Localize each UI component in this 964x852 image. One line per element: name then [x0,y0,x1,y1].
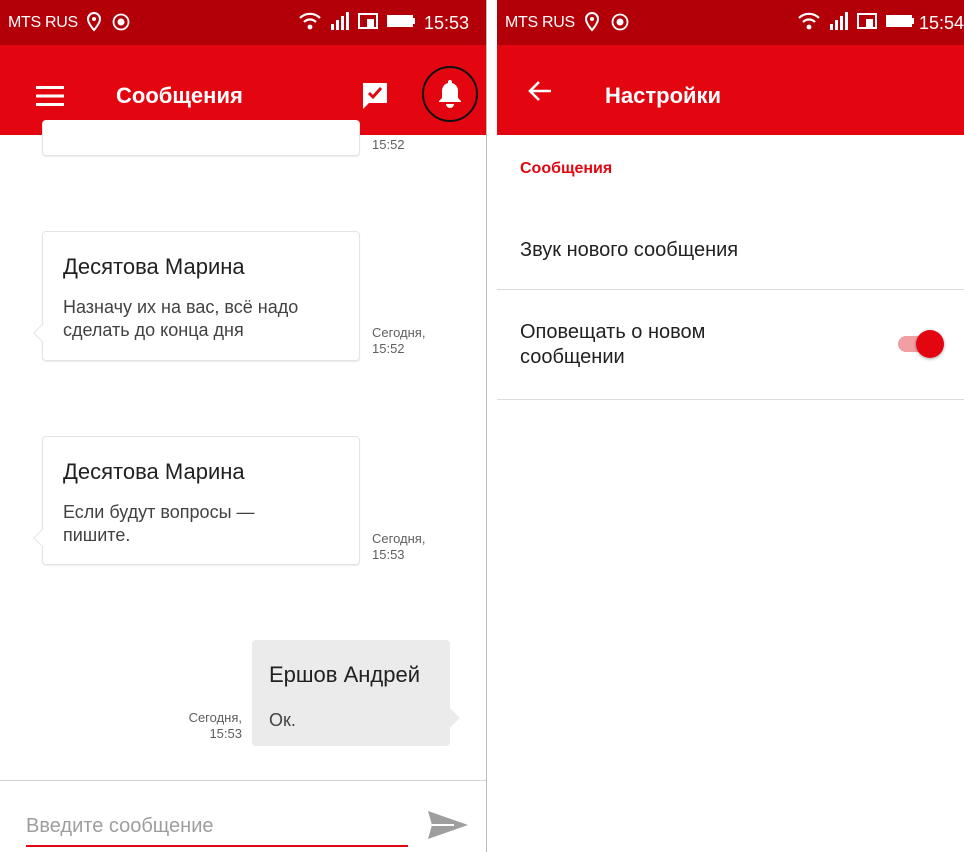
status-bar: MTS RUS 15:53 [0,0,486,45]
page-title: Настройки [605,83,722,108]
section-title: Сообщения [520,160,613,177]
status-bar: MTS RUS 15:54 [497,0,964,45]
battery-icon [885,13,915,34]
setting-label: Оповещать о новом сообщении [520,321,706,368]
location-icon [86,11,102,37]
message-bubble [42,120,360,156]
record-icon [611,13,629,36]
message-text: Назначу их на вас, всё надо сделать до к… [63,297,299,340]
message-text: Если будут вопросы — пишите. [63,502,255,545]
message-bubble: Десятова Марина Если будут вопросы — пиш… [42,436,360,565]
toggle-thumb [916,330,944,358]
messages-screen: MTS RUS 15:53 Сообщения 15:52 Десятова М… [0,0,486,852]
message-sender: Десятова Марина [63,459,245,484]
signal-icon [829,12,849,35]
message-time: Сегодня, 15:53 [188,710,242,741]
send-icon[interactable] [426,809,470,846]
record-icon [112,13,130,36]
chat-check-icon[interactable] [361,81,389,116]
sim-icon [857,12,877,35]
status-time: 15:53 [424,13,470,33]
settings-screen: MTS RUS 15:54 Настройки Сообщения Звук н… [497,0,964,852]
app-bar: Настройки [497,45,964,135]
carrier-name: MTS RUS [505,14,575,31]
wifi-icon [298,11,322,36]
menu-icon[interactable] [36,85,64,112]
message-bubble: Десятова Марина Назначу их на вас, всё н… [42,231,360,361]
bell-icon[interactable] [422,66,478,122]
status-time: 15:54 [919,13,964,33]
own-message-bubble: Ершов Андрей Ок. [252,640,450,746]
message-time: Сегодня, 15:53 [372,531,426,562]
setting-label: Звук нового сообщения [520,239,739,261]
message-time: 15:52 [372,137,405,152]
message-input[interactable] [26,813,408,847]
message-composer [0,780,486,852]
setting-notify-new-message[interactable]: Оповещать о новом сообщении [497,290,964,398]
location-icon [584,11,600,37]
message-sender: Ершов Андрей [269,662,421,687]
message-sender: Десятова Марина [63,254,245,279]
signal-icon [330,12,350,35]
page-title: Сообщения [116,83,243,108]
message-time: Сегодня, 15:52 [372,325,426,356]
message-text: Ок. [269,710,296,730]
notify-toggle[interactable] [894,327,946,361]
wifi-icon [797,11,821,36]
carrier-name: MTS RUS [8,14,78,31]
back-arrow-icon[interactable] [527,79,553,108]
battery-icon [386,13,416,34]
setting-new-message-sound[interactable]: Звук нового сообщения [497,210,964,288]
sim-icon [358,12,378,35]
divider [497,399,964,400]
screen-separator [486,0,497,852]
